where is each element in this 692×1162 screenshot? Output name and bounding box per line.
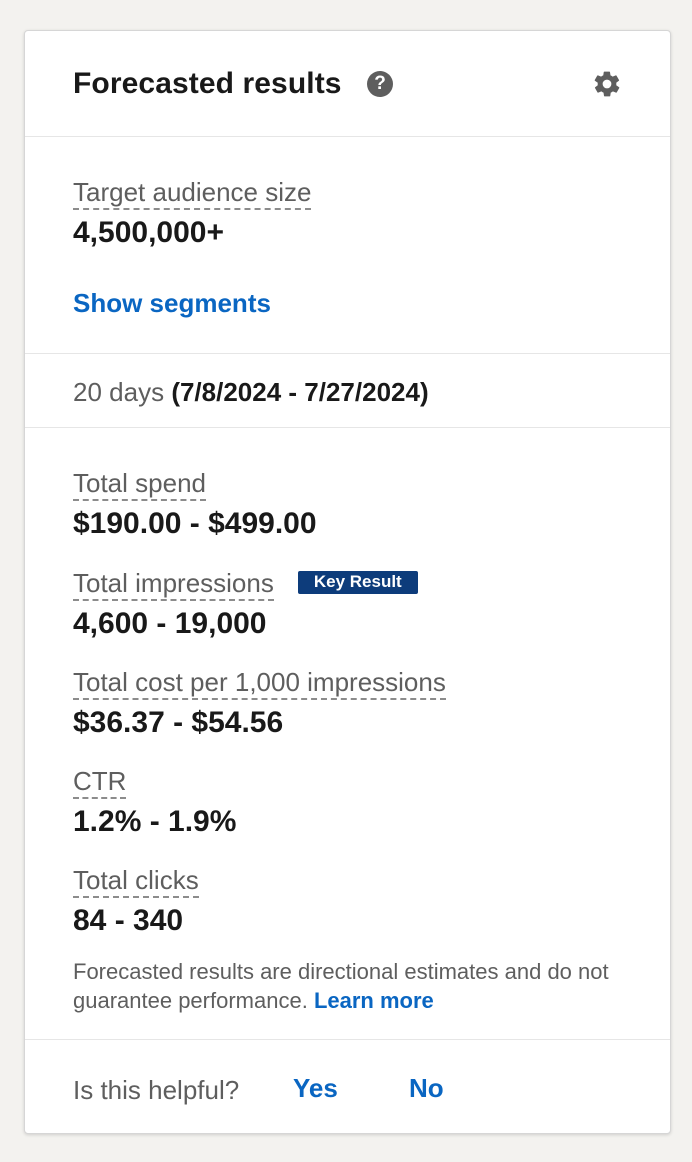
- date-range: 20 days (7/8/2024 - 7/27/2024): [73, 377, 429, 408]
- feedback-no-button[interactable]: No: [409, 1073, 444, 1104]
- metric-label[interactable]: Total clicks: [73, 866, 199, 898]
- metric-label[interactable]: Total cost per 1,000 impressions: [73, 668, 446, 700]
- audience-size-block: Target audience size 4,500,000+: [73, 178, 312, 250]
- key-result-badge: Key Result: [297, 571, 418, 594]
- audience-section: Target audience size 4,500,000+ Show seg…: [25, 136, 670, 354]
- feedback-yes-button[interactable]: Yes: [293, 1073, 338, 1104]
- show-segments-link[interactable]: Show segments: [73, 288, 271, 319]
- audience-size-label[interactable]: Target audience size: [73, 178, 312, 210]
- metric-value: 1.2% - 1.9%: [73, 805, 237, 838]
- date-range-section: 20 days (7/8/2024 - 7/27/2024): [25, 353, 670, 428]
- metric-label-row: Total impressions Key Result: [73, 569, 418, 601]
- feedback-section: Is this helpful? Yes No: [25, 1039, 670, 1135]
- metric-label[interactable]: Total impressions: [73, 569, 274, 601]
- metric-total-clicks: Total clicks 84 - 340: [73, 866, 199, 938]
- disclaimer-text: Forecasted results are directional estim…: [73, 957, 633, 1015]
- metric-total-impressions: Total impressions Key Result 4,600 - 19,0…: [73, 569, 418, 641]
- metric-total-spend: Total spend $190.00 - $499.00: [73, 469, 317, 541]
- metric-cpm: Total cost per 1,000 impressions $36.37 …: [73, 668, 446, 740]
- audience-size-value: 4,500,000+: [73, 216, 224, 249]
- metric-value: 4,600 - 19,000: [73, 607, 267, 640]
- metric-ctr: CTR 1.2% - 1.9%: [73, 767, 236, 839]
- metrics-section: Total spend $190.00 - $499.00 Total impr…: [25, 427, 670, 1040]
- card-header: Forecasted results ?: [25, 31, 670, 137]
- metric-value: $190.00 - $499.00: [73, 507, 317, 540]
- feedback-question: Is this helpful?: [73, 1075, 240, 1105]
- card-title: Forecasted results: [73, 67, 342, 100]
- forecast-card: Forecasted results ? Target audience siz…: [24, 30, 671, 1134]
- learn-more-link[interactable]: Learn more: [314, 988, 434, 1013]
- gear-icon[interactable]: [592, 69, 622, 99]
- duration-text: 20 days: [73, 377, 165, 407]
- metric-label[interactable]: CTR: [73, 767, 127, 799]
- date-range-text: (7/8/2024 - 7/27/2024): [171, 377, 429, 407]
- metric-label[interactable]: Total spend: [73, 469, 206, 501]
- metric-value: 84 - 340: [73, 904, 184, 937]
- metric-value: $36.37 - $54.56: [73, 706, 284, 739]
- question-circle-icon[interactable]: ?: [367, 71, 393, 97]
